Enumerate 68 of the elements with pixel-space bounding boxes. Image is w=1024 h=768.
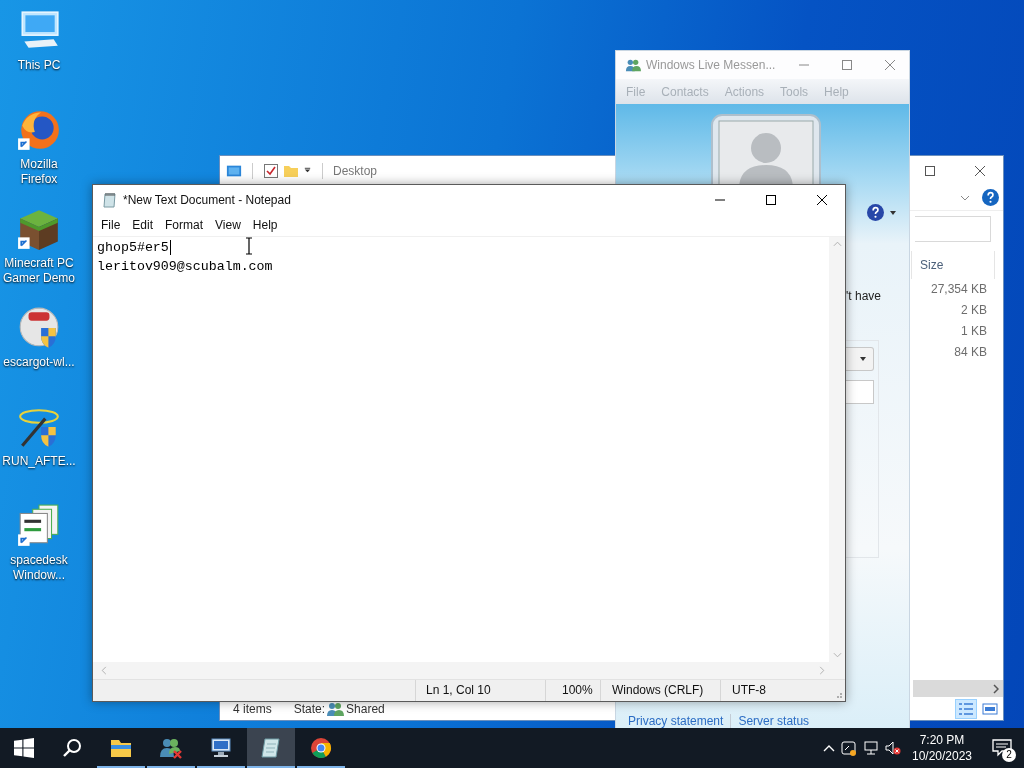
size-cell-text: 2 KB xyxy=(960,302,988,319)
windows-logo-icon xyxy=(14,738,34,758)
desktop-icon-label[interactable]: escargot-wl... xyxy=(1,355,77,370)
close-icon xyxy=(885,60,896,70)
details-view-button[interactable] xyxy=(955,698,977,719)
desktop-icon-label[interactable]: Mozilla Firefox xyxy=(1,157,77,187)
people-icon xyxy=(326,700,345,717)
desktop-icon-label[interactable]: Minecraft PC Gamer Demo xyxy=(1,256,77,286)
taskbar-app-button[interactable] xyxy=(247,728,295,768)
link[interactable]: Privacy statement xyxy=(628,714,724,728)
people-icon xyxy=(159,736,183,760)
search-field[interactable] xyxy=(915,216,991,242)
column-header[interactable]: Size xyxy=(911,251,995,279)
close-icon xyxy=(817,194,827,205)
maximize-icon xyxy=(925,165,935,176)
size-cell-text: 84 KB xyxy=(953,344,988,361)
maximize-icon xyxy=(766,194,776,205)
menu-item[interactable]: View xyxy=(209,218,247,232)
notifications-button[interactable]: 2 xyxy=(980,728,1024,768)
checklist-icon[interactable] xyxy=(263,162,279,179)
link[interactable]: Server status xyxy=(738,714,810,728)
computer-icon xyxy=(209,736,233,760)
input-field[interactable] xyxy=(844,380,874,404)
state-value: Shared xyxy=(346,701,385,716)
window-title: Desktop xyxy=(333,163,378,178)
window-title: Windows Live Messen... xyxy=(646,58,776,72)
maximize-icon xyxy=(842,60,853,70)
close-icon xyxy=(975,165,985,176)
menu-item[interactable]: Format xyxy=(159,218,210,232)
help-icon[interactable] xyxy=(867,204,884,221)
state-label: State: xyxy=(293,701,326,716)
search-icon xyxy=(62,738,82,758)
tiles-icon xyxy=(982,701,998,716)
menu-item[interactable]: Edit xyxy=(126,218,160,232)
caret-icon[interactable] xyxy=(889,209,897,216)
help-icon[interactable] xyxy=(982,189,999,206)
desktop-icon-label[interactable]: This PC xyxy=(1,58,77,73)
dropdown-caret-icon[interactable] xyxy=(303,166,312,175)
notification-icon xyxy=(992,739,1012,757)
menu-item[interactable]: File xyxy=(95,218,127,232)
item-count: 4 items xyxy=(233,701,272,716)
status-cell: Windows (CRLF) xyxy=(600,680,720,701)
chevron-up-icon[interactable] xyxy=(823,744,835,752)
notepad-icon xyxy=(259,736,283,760)
details-icon xyxy=(958,701,974,716)
window-title: *New Text Document - Notepad xyxy=(123,192,291,207)
size-cell-text: 1 KB xyxy=(960,323,988,340)
clock[interactable]: 7:20 PM 10/20/2023 xyxy=(904,732,980,764)
caret-icon[interactable] xyxy=(859,356,867,362)
browser-icon xyxy=(309,736,333,760)
dropdown[interactable] xyxy=(844,347,874,371)
menu-item[interactable]: Help xyxy=(246,218,284,232)
status-cell: 100% xyxy=(545,680,600,701)
volume-muted-icon[interactable] xyxy=(885,740,901,756)
text-area[interactable]: ghop5#er5 leritov909@scubalm.com xyxy=(93,237,829,662)
desktop-icon-label[interactable]: spacedesk Window... xyxy=(1,553,77,583)
notepad-icon xyxy=(102,191,118,208)
size-cell-text: 27,354 KB xyxy=(929,281,988,298)
network-icon[interactable] xyxy=(863,740,879,756)
sign-in-text: 't have xyxy=(845,289,882,303)
scroll-right-icon[interactable] xyxy=(993,683,999,694)
meter-icon[interactable] xyxy=(841,740,857,756)
text-cursor-icon xyxy=(245,237,253,255)
chevron-down-icon[interactable] xyxy=(960,194,970,201)
status-cell: Ln 1, Col 10 xyxy=(415,680,545,701)
horizontal-scrollbar[interactable] xyxy=(913,680,1003,697)
desktop-icon-label[interactable]: RUN_AFTE... xyxy=(1,454,77,469)
people-icon xyxy=(625,57,641,73)
